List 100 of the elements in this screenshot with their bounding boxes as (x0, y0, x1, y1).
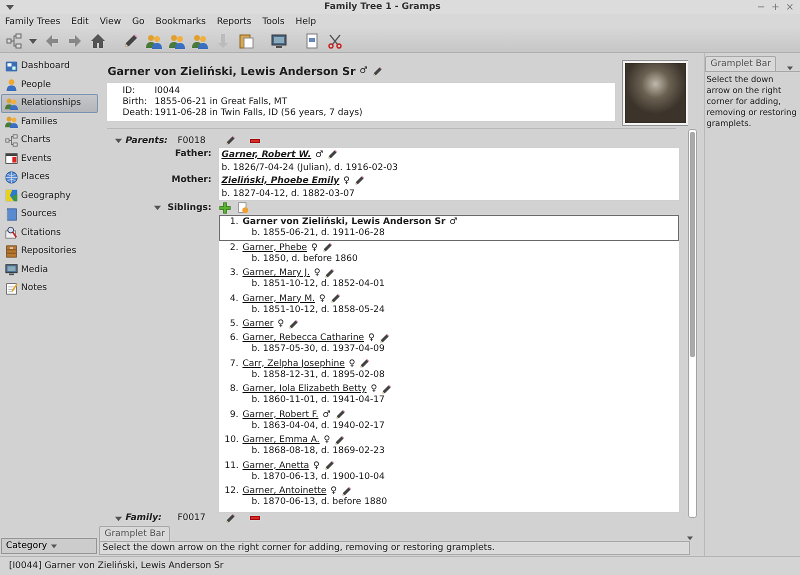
person-name: Garner von Zieliński, Lewis Anderson Sr (107, 64, 356, 78)
life-dates: b. 1870-06-13, d. before 1880 (250, 497, 388, 508)
sibling-entry[interactable]: 2. Garner, Phebe ♀ b. 1850, d. before 1860 (219, 240, 680, 266)
person-link[interactable]: Garner, Iola Elizabeth Betty (242, 384, 367, 394)
scrollbar[interactable] (688, 129, 698, 518)
sibling-entry[interactable]: 9. Garner, Robert F. ♂ b. 1863-04-04, d. 1940-02-17 (219, 408, 680, 433)
person-link[interactable]: Garner, Robert W. (221, 150, 312, 160)
sibling-entry[interactable]: 7. Carr, Zelpha Josephine ♀ b. 1858-12-31, d. 1895-02-08 (219, 356, 680, 382)
tree-chart-icon[interactable] (6, 32, 22, 48)
pencil-icon[interactable] (123, 32, 139, 48)
pencil-icon[interactable] (324, 268, 336, 278)
menu-item[interactable]: Go (132, 16, 145, 26)
dropdown-caret-icon[interactable] (786, 65, 794, 71)
pencil-icon[interactable] (322, 242, 333, 253)
remove-icon[interactable] (250, 138, 260, 142)
life-dates: b. 1851-10-12, d. 1852-04-01 (250, 279, 386, 290)
sibling-entry[interactable]: 3. Garner, Mary J. ♀ b. 1851-10-12, d. 1852-04-01 (219, 266, 680, 292)
document-icon[interactable] (304, 32, 320, 48)
pencil-icon[interactable] (359, 358, 370, 369)
pencil-icon[interactable] (372, 66, 383, 76)
gender-symbol: ♀ (370, 384, 378, 394)
menu-item[interactable]: Help (296, 16, 316, 26)
scissors-icon[interactable] (327, 32, 343, 48)
sidebar-item[interactable]: Relationships (1, 94, 98, 112)
menu-item[interactable]: Reports (216, 16, 252, 26)
person-link[interactable]: Garner, Emma A. (242, 435, 320, 445)
expander-caret-icon[interactable] (154, 204, 162, 211)
pencil-icon[interactable] (381, 384, 392, 394)
sidebar-item[interactable]: Families (1, 112, 98, 131)
section-label: Parents: (125, 136, 169, 146)
sidebar-item[interactable]: Charts (1, 131, 98, 150)
sidebar-item[interactable]: Notes (1, 279, 98, 298)
category-dropdown[interactable]: Category (1, 538, 97, 554)
person-link[interactable]: Garner, Rebecca Catharine (242, 333, 364, 343)
people-icon[interactable] (146, 32, 162, 48)
sibling-entry[interactable]: 10. Garner, Emma A. ♀ b. 1868-08-18, d. 1869-02-23 (219, 433, 680, 458)
globe-icon (5, 170, 18, 184)
sidebar-item[interactable]: Media (1, 260, 98, 279)
gender-symbol: ♀ (343, 176, 350, 186)
gender-symbol: ♀ (368, 333, 375, 343)
person-link[interactable]: Garner, Robert F. (242, 410, 318, 420)
gramplet-tab[interactable]: Gramplet Bar (99, 526, 170, 541)
sidebar-item[interactable]: Sources (1, 205, 98, 224)
field-value: I0044 (154, 86, 180, 96)
menu-item[interactable]: Tools (262, 16, 285, 26)
person-link[interactable]: Garner (242, 319, 274, 329)
scrollbar-thumb[interactable] (690, 132, 696, 357)
gramplet-tab[interactable]: Gramplet Bar (705, 56, 776, 71)
menu-item[interactable]: Bookmarks (156, 16, 206, 26)
person-link[interactable]: Garner, Anetta (242, 460, 310, 470)
clipboard-icon[interactable] (238, 32, 254, 48)
menu-item[interactable]: Edit (71, 16, 89, 26)
pencil-icon[interactable] (354, 175, 365, 186)
sidebar-item[interactable]: Places (1, 168, 98, 186)
role-label: Father: (174, 148, 212, 161)
sibling-entry[interactable]: 11. Garner, Anetta ♀ b. 1870-06-13, d. 1900-10-04 (219, 458, 680, 484)
pencil-icon[interactable] (225, 512, 236, 524)
pencil-icon[interactable] (341, 486, 352, 496)
pencil-icon[interactable] (288, 318, 300, 330)
sidebar-item[interactable]: Geography (1, 186, 98, 205)
menu-item[interactable]: View (100, 16, 122, 26)
remove-icon[interactable] (250, 516, 260, 520)
people-icon[interactable] (192, 32, 208, 48)
expander-caret-icon[interactable] (115, 514, 122, 522)
menu-caret-icon[interactable] (6, 3, 14, 11)
expander-caret-icon[interactable] (115, 137, 122, 144)
person-link[interactable]: Carr, Zelpha Josephine (242, 358, 345, 368)
sibling-entry[interactable]: 4. Garner, Mary M. ♀ b. 1851-10-12, d. 1858-05-24 (219, 292, 680, 317)
gender-symbol: ♀ (311, 242, 318, 252)
pencil-icon[interactable] (324, 460, 335, 471)
home-icon[interactable] (90, 32, 106, 48)
pencil-icon[interactable] (334, 434, 346, 446)
person-link[interactable]: Garner, Mary J. (242, 268, 310, 278)
sibling-entry[interactable]: 5. Garner ♀ (219, 317, 680, 331)
sibling-entry[interactable]: 8. Garner, Iola Elizabeth Betty ♀ b. 1860-11-01, d. 1941-04-17 (219, 382, 680, 408)
dropdown-caret-icon[interactable] (686, 535, 694, 541)
pencil-icon[interactable] (378, 332, 390, 344)
plus-icon[interactable] (219, 202, 232, 214)
caret-icon[interactable] (29, 36, 37, 44)
pencil-icon[interactable] (225, 135, 236, 146)
caret-icon[interactable] (50, 543, 58, 549)
sidebar-item[interactable]: Dashboard (1, 57, 98, 76)
person-link[interactable]: Garner, Mary M. (242, 294, 315, 304)
sidebar-item[interactable]: Repositories (1, 242, 98, 260)
sibling-entry[interactable]: 1. Garner von Zieliński, Lewis Anderson Sr ♂ b. 1855-06-21, d. 1911-06-28 (219, 215, 680, 240)
pencil-icon[interactable] (334, 409, 346, 420)
people-icon[interactable] (169, 32, 185, 48)
gramplet-message: Select the down arrow on the right corner for adding, removing or restoring gramplets. (99, 541, 690, 555)
sidebar-item[interactable]: Citations (1, 224, 98, 242)
pencil-icon[interactable] (327, 149, 338, 160)
pencil-icon[interactable] (330, 293, 341, 304)
sidebar-item[interactable]: People (1, 76, 98, 94)
sidebar-item[interactable]: Events (1, 150, 98, 168)
monitor-icon[interactable] (271, 32, 287, 48)
sibling-entry[interactable]: 6. Garner, Rebecca Catharine ♀ b. 1857-05-30, d. 1937-04-09 (219, 331, 680, 356)
person-link[interactable]: Zieliński, Phoebe Emily (221, 176, 340, 186)
person-link[interactable]: Garner, Antoinette (242, 486, 326, 496)
person-link[interactable]: Garner, Phebe (242, 242, 308, 252)
menu-item[interactable]: Family Trees (5, 16, 60, 26)
sibling-entry[interactable]: 12. Garner, Antoinette ♀ b. 1870-06-13, d. before 1880 (219, 484, 680, 510)
